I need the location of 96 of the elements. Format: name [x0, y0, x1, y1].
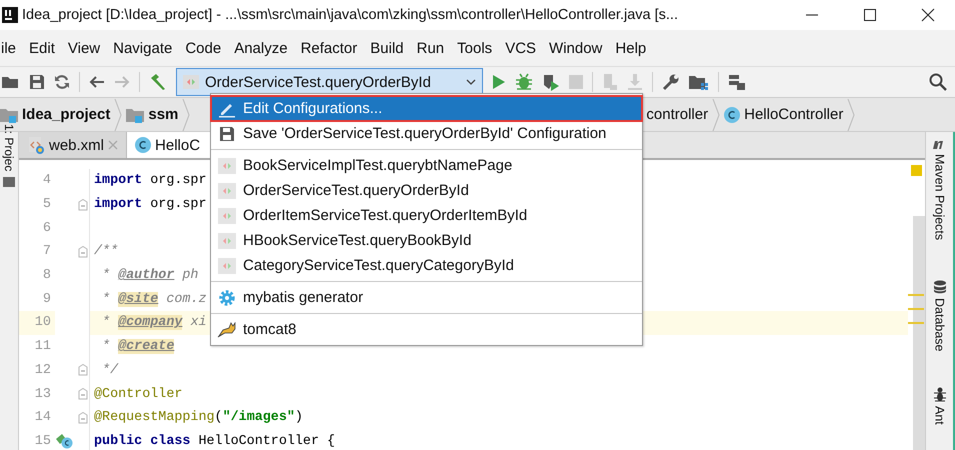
gear-icon — [218, 288, 236, 306]
popup-menu-item[interactable]: tomcat8 — [211, 317, 642, 342]
popup-menu-item[interactable]: Edit Configurations... — [211, 96, 642, 121]
menu-item[interactable]: VCS — [505, 40, 536, 56]
maximize-icon[interactable] — [863, 8, 877, 22]
code-line: import org.spr — [94, 173, 207, 188]
folder-icon — [0, 106, 18, 122]
sync-icon[interactable] — [54, 74, 70, 90]
line-number: 10 — [19, 311, 55, 335]
folder-icon — [126, 106, 144, 122]
back-arrow-icon[interactable] — [89, 74, 105, 90]
forward-arrow-icon[interactable] — [114, 74, 130, 90]
popup-menu-item[interactable]: OrderServiceTest.queryOrderById — [211, 178, 642, 203]
caret-icon — [466, 79, 476, 85]
code-line: import org.spr — [94, 197, 207, 212]
junit-config-icon — [218, 208, 236, 224]
bug-icon[interactable] — [515, 73, 533, 91]
line-number: 8 — [42, 267, 52, 286]
chevron-icon — [114, 98, 122, 130]
junit-config-icon — [218, 182, 236, 198]
line-number: 15 — [34, 432, 52, 450]
menu-item[interactable]: Edit — [29, 40, 55, 56]
breadcrumb-item[interactable]: controller — [642, 106, 712, 123]
editor-tab[interactable]: web.xml — [19, 132, 128, 158]
line-number: 6 — [42, 220, 52, 238]
junit-config-icon — [183, 75, 199, 89]
menu-item[interactable]: Analyze — [234, 40, 288, 56]
junit-config-icon — [218, 258, 236, 274]
fold-icon[interactable] — [78, 246, 88, 258]
line-number: 7 — [42, 243, 52, 262]
project-tool-window-button[interactable]: 1: Projec — [2, 124, 16, 172]
class-icon — [724, 106, 740, 122]
ant-icon — [932, 386, 946, 402]
code-line: * @site com.z — [101, 292, 207, 307]
save-icon[interactable] — [29, 74, 45, 90]
run-icon[interactable] — [492, 74, 506, 90]
junit-config-icon — [218, 232, 236, 248]
popup-menu-item[interactable]: HBookServiceTest.queryBookById — [211, 228, 642, 253]
code-line: * @author ph — [101, 268, 198, 284]
menu-item[interactable]: Tools — [457, 40, 492, 56]
code-line: @RequestMapping("/images") — [94, 410, 303, 426]
line-number: 12 — [34, 362, 52, 380]
popup-menu-item[interactable]: CategoryServiceTest.queryCategoryById — [211, 253, 642, 278]
menu-item[interactable]: Run — [416, 40, 444, 56]
fold-icon[interactable] — [78, 412, 88, 424]
marker-line — [908, 322, 924, 324]
code-line: @Controller — [94, 386, 182, 402]
project-structure-icon[interactable] — [689, 74, 709, 90]
fold-icon[interactable] — [78, 198, 88, 211]
class-icon — [135, 137, 152, 153]
tool-window-button[interactable]: Maven Projects — [932, 138, 948, 240]
search-icon[interactable] — [929, 73, 947, 91]
folder-icon — [3, 177, 15, 188]
tool-window-button[interactable]: Database — [932, 280, 946, 352]
folder-icon[interactable] — [2, 74, 20, 90]
line-number: 14 — [34, 409, 52, 428]
menu-item[interactable]: View — [68, 40, 100, 56]
junit-config-icon — [218, 158, 236, 174]
run-configuration-dropdown[interactable]: OrderServiceTest.queryOrderById — [176, 68, 483, 96]
code-line: */ — [101, 362, 118, 378]
chevron-icon — [182, 98, 190, 130]
marker-line — [908, 294, 924, 296]
marker-line — [908, 308, 924, 310]
fold-icon[interactable] — [78, 364, 88, 376]
breadcrumb-item[interactable]: HelloController — [720, 106, 848, 123]
menu-item[interactable]: ile — [1, 40, 16, 56]
close-icon[interactable] — [921, 8, 935, 22]
menu-item[interactable]: Code — [185, 40, 222, 56]
menu-item[interactable]: Navigate — [113, 40, 172, 56]
line-number: 4 — [42, 172, 52, 190]
line-number: 9 — [42, 290, 52, 309]
window-title: Idea_project [D:\Idea_project] - ...\ssm\src\main\java\com\zking\ssm\controller\HelloController.java [s... — [22, 7, 678, 23]
tool-window-button[interactable]: Ant — [932, 386, 946, 424]
breadcrumb-item[interactable]: Idea_project — [0, 106, 114, 123]
wrench-icon[interactable] — [662, 73, 680, 91]
scrollbar[interactable] — [913, 216, 925, 450]
popup-menu-item[interactable]: OrderItemServiceTest.queryOrderItemById — [211, 203, 642, 228]
popup-menu-item[interactable]: mybatis generator — [211, 285, 642, 310]
save-icon — [219, 126, 235, 142]
line-number: 13 — [34, 386, 52, 404]
menu-item[interactable]: Help — [615, 40, 646, 56]
hammer-icon[interactable] — [149, 73, 167, 91]
chevron-icon — [712, 98, 720, 130]
coverage-icon[interactable] — [542, 73, 560, 91]
code-line: /** — [94, 244, 118, 260]
line-number: 11 — [34, 338, 52, 356]
menu-item[interactable]: Window — [549, 40, 602, 56]
warning-marker-icon — [911, 165, 922, 176]
fold-icon[interactable] — [78, 388, 88, 400]
line-number: 5 — [42, 196, 52, 214]
database-icon — [932, 280, 946, 294]
code-line: public class HelloController { — [94, 434, 336, 449]
chevron-icon — [847, 98, 856, 130]
menu-item[interactable]: Build — [370, 40, 404, 56]
breadcrumb-item[interactable]: ssm — [122, 106, 182, 123]
menu-item[interactable]: Refactor — [300, 40, 358, 56]
